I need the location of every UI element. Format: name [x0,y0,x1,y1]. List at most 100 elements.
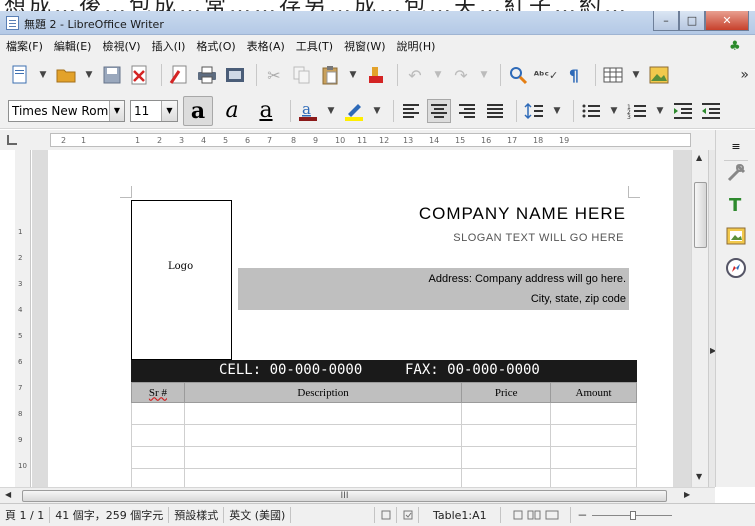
copy-icon[interactable] [290,63,314,87]
insert-table-icon[interactable] [601,63,625,87]
scroll-right-icon[interactable]: ▶ [684,490,690,499]
logo-cell[interactable]: Logo [131,200,232,360]
find-replace-icon[interactable] [506,63,530,87]
table-cell[interactable] [550,468,637,487]
highlighting-icon[interactable] [342,99,366,123]
selection-mode-icon[interactable] [375,507,398,523]
chevron-down-icon[interactable]: ▼ [431,63,445,87]
scroll-up-icon[interactable]: ▲ [696,153,702,162]
chevron-down-icon[interactable]: ▼ [324,99,338,123]
table-cell[interactable] [183,468,463,487]
table-cell[interactable] [461,424,552,447]
chevron-down-icon[interactable]: ▼ [370,99,384,123]
contact-bar[interactable]: CELL: 00-000-0000 FAX: 00-000-0000 [131,360,637,382]
spellcheck-icon[interactable]: ᴬᵇᶜ✓ [534,63,558,87]
column-header-sr[interactable]: Sr # [131,382,185,403]
underline-icon[interactable]: a [251,96,281,126]
redo-icon[interactable]: ↷ [449,63,473,87]
table-cell-reference[interactable]: Table1:A1 [419,507,502,523]
table-cell[interactable] [183,402,463,425]
sidebar-menu-icon[interactable]: ≡ [724,134,748,158]
vertical-scrollbar[interactable]: ▲ ▼ [691,150,708,487]
table-cell[interactable] [131,402,185,425]
table-cell[interactable] [131,446,185,469]
numbered-list-icon[interactable]: 123 [625,99,649,123]
insert-mode-indicator[interactable] [291,507,376,523]
page-count[interactable]: 頁 1 / 1 [0,507,51,523]
table-cell[interactable] [131,468,185,487]
text-language[interactable]: 英文 (美國) [224,507,292,523]
vertical-scroll-thumb[interactable] [694,182,707,248]
table-cell[interactable] [461,468,552,487]
close-button[interactable]: ✕ [705,11,749,31]
bold-icon[interactable]: a [183,95,213,126]
chevron-down-icon[interactable]: ▼ [108,100,124,121]
table-cell[interactable] [461,402,552,425]
align-right-icon[interactable] [455,99,479,123]
document-canvas[interactable]: Logo COMPANY NAME HERE SLOGAN TEXT WILL … [32,150,691,487]
menu-file[interactable]: 檔案(F) [6,38,43,54]
styles-icon[interactable]: T [724,192,748,216]
column-header-price[interactable]: Price [461,382,552,403]
table-cell[interactable] [550,402,637,425]
chevron-down-icon[interactable]: ▼ [161,100,177,121]
line-spacing-icon[interactable] [522,99,546,123]
maximize-button[interactable]: □ [679,11,705,31]
page-style[interactable]: 預設樣式 [169,507,225,523]
column-header-amount[interactable]: Amount [550,382,637,403]
font-name-combobox[interactable]: Times New Roma ▼ [8,99,125,122]
company-name[interactable]: COMPANY NAME HERE [238,204,626,224]
menu-help[interactable]: 說明(H) [397,38,436,54]
chevron-down-icon[interactable]: ▼ [629,63,643,87]
scroll-left-icon[interactable]: ◀ [5,490,11,499]
font-size-combobox[interactable]: 11 ▼ [130,99,178,122]
properties-icon[interactable] [724,160,748,184]
cut-icon[interactable]: ✂ [262,63,286,87]
chevron-down-icon[interactable]: ▼ [82,63,96,87]
table-cell[interactable] [550,424,637,447]
document-page[interactable]: Logo COMPANY NAME HERE SLOGAN TEXT WILL … [48,150,673,487]
gallery-icon[interactable] [724,224,748,248]
chevron-down-icon[interactable]: ▼ [346,63,360,87]
column-header-description[interactable]: Description [183,382,463,403]
menu-view[interactable]: 檢視(V) [102,38,140,54]
align-center-icon[interactable] [427,98,451,123]
table-cell[interactable] [131,424,185,447]
vertical-ruler[interactable]: 1 2 3 4 5 6 7 8 9 10 [15,150,31,487]
scroll-down-icon[interactable]: ▼ [696,472,702,481]
chevron-down-icon[interactable]: ▼ [653,99,667,123]
navigator-icon[interactable] [724,256,748,280]
table-cell[interactable] [183,446,463,469]
word-count[interactable]: 41 個字，259 個字元 [50,507,170,523]
chevron-down-icon[interactable]: ▼ [550,99,564,123]
horizontal-scroll-thumb[interactable]: III [22,490,667,502]
print-icon[interactable] [195,63,219,87]
sidebar-splitter[interactable]: ▶ [708,150,716,487]
font-color-icon[interactable]: a [296,99,320,123]
slogan-text[interactable]: SLOGAN TEXT WILL GO HERE [238,232,624,244]
formatting-marks-icon[interactable]: ¶ [562,63,586,87]
print-preview-icon[interactable] [223,63,247,87]
zoom-out-icon[interactable]: − [577,508,587,522]
clone-formatting-icon[interactable] [364,63,388,87]
menu-format[interactable]: 格式(O) [196,38,235,54]
open-folder-icon[interactable] [54,63,78,87]
chevron-down-icon[interactable]: ▼ [36,63,50,87]
bullet-list-icon[interactable] [579,99,603,123]
decrease-indent-icon[interactable] [699,99,723,123]
zoom-slider[interactable]: − [571,508,755,522]
table-cell[interactable] [550,446,637,469]
align-left-icon[interactable] [399,99,423,123]
toolbar-overflow-icon[interactable]: » [740,67,749,83]
document-modified-icon[interactable] [397,507,420,523]
new-document-icon[interactable] [8,63,32,87]
menu-table[interactable]: 表格(A) [247,38,285,54]
items-table[interactable]: Sr # Description Price Amount [131,382,637,487]
justify-icon[interactable] [483,99,507,123]
menu-window[interactable]: 視窗(W) [344,38,385,54]
insert-image-icon[interactable] [647,63,671,87]
menu-insert[interactable]: 插入(I) [152,38,186,54]
zoom-slider-thumb[interactable] [630,510,637,520]
minimize-button[interactable]: – [653,11,679,31]
save-icon[interactable] [100,63,124,87]
